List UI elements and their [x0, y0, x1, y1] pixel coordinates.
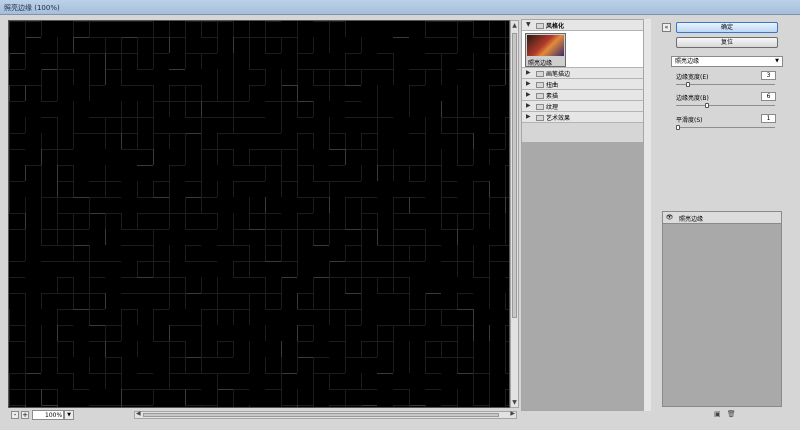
edge-brightness-label: 边缘亮度(B) [676, 95, 709, 102]
filter-select-value: 照亮边缘 [675, 58, 700, 65]
vertical-scroll-thumb[interactable] [512, 33, 517, 318]
delete-layer-icon[interactable]: 🗑 [727, 410, 736, 418]
zoom-in-button[interactable]: + [21, 411, 29, 419]
edge-width-slider[interactable] [676, 84, 775, 85]
folder-icon [536, 23, 544, 29]
scroll-right-icon[interactable]: ▶ [510, 410, 515, 417]
scroll-down-icon[interactable]: ▼ [511, 398, 518, 407]
folder-icon [536, 82, 544, 88]
effect-layer-name: 照亮边缘 [679, 216, 704, 223]
thumbnail-label: 照亮边缘 [528, 60, 553, 67]
effect-layers-panel: 👁 照亮边缘 [662, 211, 782, 407]
edge-width-slider-handle[interactable] [686, 82, 690, 87]
smoothness-slider[interactable] [676, 127, 775, 128]
gallery-scrollbar[interactable] [643, 19, 651, 411]
triangle-icon[interactable]: ▶ [526, 80, 531, 87]
preview-vertical-scrollbar[interactable]: ▲ ▼ [510, 20, 519, 408]
scroll-left-icon[interactable]: ◀ [136, 410, 141, 417]
filter-select[interactable]: 照亮边缘 ▼ [671, 56, 783, 67]
smoothness-input[interactable]: 1 [761, 114, 776, 123]
category-label: 素描 [546, 93, 559, 100]
zoom-field[interactable]: 100% [32, 410, 64, 420]
category-distort[interactable]: ▶ 扭曲 [522, 79, 649, 90]
reset-button[interactable]: 复位 [676, 37, 778, 48]
window-title: 照亮边缘 (100%) [4, 4, 60, 12]
preview-horizontal-scrollbar[interactable]: ◀ ▶ [134, 410, 517, 419]
edge-brightness-slider-handle[interactable] [705, 103, 709, 108]
collapse-icon[interactable]: « [662, 23, 671, 32]
preview-canvas[interactable] [8, 20, 510, 408]
smoothness-label: 平滑度(S) [676, 117, 703, 124]
category-label: 艺术效果 [546, 115, 571, 122]
triangle-icon[interactable]: ▶ [526, 69, 531, 76]
category-artistic[interactable]: ▶ 艺术效果 [522, 112, 649, 123]
triangle-icon[interactable]: ▶ [526, 102, 531, 109]
edge-brightness-input[interactable]: 6 [761, 92, 776, 101]
triangle-icon[interactable]: ▼ [526, 21, 531, 28]
category-label: 纹理 [546, 104, 559, 111]
edge-width-label: 边缘宽度(E) [676, 74, 709, 81]
zoom-out-button[interactable]: - [11, 411, 19, 419]
category-brush-strokes[interactable]: ▶ 画笔描边 [522, 68, 649, 79]
category-sketch[interactable]: ▶ 素描 [522, 90, 649, 101]
edge-brightness-slider[interactable] [676, 105, 775, 106]
chevron-down-icon: ▼ [775, 58, 779, 64]
gallery-empty-area [522, 142, 649, 410]
triangle-icon[interactable]: ▶ [526, 113, 531, 120]
thumbnail-glowing-edges[interactable]: 照亮边缘 [525, 33, 566, 67]
smoothness-slider-handle[interactable] [676, 125, 680, 130]
edge-width-input[interactable]: 3 [761, 71, 776, 80]
window-titlebar: 照亮边缘 (100%) [0, 0, 800, 15]
eye-icon[interactable]: 👁 [665, 214, 674, 222]
category-label: 画笔描边 [546, 71, 571, 78]
filter-gallery: ▼ 风格化 照亮边缘 ▶ 画笔描边 ▶ 扭曲 ▶ 素描 ▶ 纹理 ▶ 艺术效果 [521, 19, 650, 411]
zoom-dropdown-icon[interactable]: ▼ [64, 410, 74, 420]
horizontal-scroll-thumb[interactable] [143, 413, 499, 417]
category-label: 风格化 [546, 23, 565, 30]
preview-bottom-bar: - + 100% ▼ ◀ ▶ [8, 408, 519, 422]
new-layer-icon[interactable]: ▣ [714, 410, 721, 418]
category-texture[interactable]: ▶ 纹理 [522, 101, 649, 112]
thumbnail-row: 照亮边缘 [522, 31, 649, 68]
preview-image [9, 21, 509, 407]
ok-button[interactable]: 确定 [676, 22, 778, 33]
effect-layer-row[interactable]: 👁 照亮边缘 [663, 212, 781, 224]
folder-icon [536, 93, 544, 99]
triangle-icon[interactable]: ▶ [526, 91, 531, 98]
folder-icon [536, 115, 544, 121]
scroll-up-icon[interactable]: ▲ [511, 21, 518, 30]
category-label: 扭曲 [546, 82, 559, 89]
layer-tools: ▣ 🗑 [714, 410, 740, 418]
category-stylize[interactable]: ▼ 风格化 [522, 20, 649, 31]
folder-icon [536, 71, 544, 77]
folder-icon [536, 104, 544, 110]
thumbnail-image [527, 35, 564, 56]
